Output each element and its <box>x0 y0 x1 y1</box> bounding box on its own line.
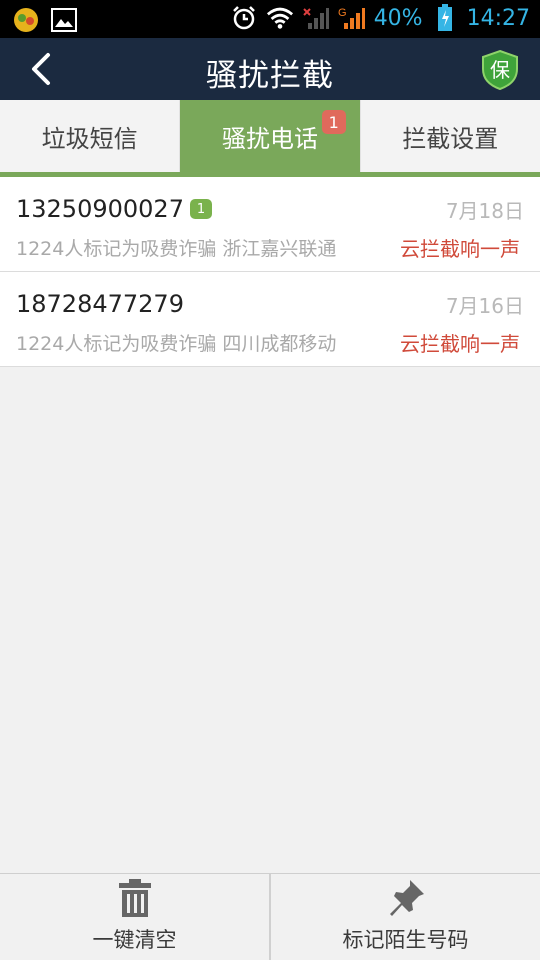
phone-number: 13250900027 <box>16 195 184 223</box>
page-title: 骚扰拦截 <box>206 58 334 94</box>
tab-label: 垃圾短信 <box>41 124 138 153</box>
alarm-icon <box>230 4 258 32</box>
tab-block-settings[interactable]: 拦截设置 <box>361 100 540 172</box>
battery-icon <box>431 4 459 32</box>
image-notification-icon <box>50 6 78 34</box>
tab-label: 骚扰电话 <box>221 124 318 153</box>
mark-unknown-label: 标记陌生号码 <box>342 928 469 952</box>
call-date: 7月18日 <box>445 199 524 223</box>
wifi-icon <box>266 4 294 32</box>
clear-all-label: 一键清空 <box>92 928 177 952</box>
no-signal-icon <box>302 4 330 32</box>
tab-bar: 垃圾短信 骚扰电话 1 拦截设置 <box>0 100 540 172</box>
shield-icon[interactable]: 保 <box>480 49 520 91</box>
tab-label: 拦截设置 <box>402 124 499 153</box>
block-status: 云拦截响一声 <box>400 237 520 261</box>
list-item[interactable]: 13250900027 1 7月18日 1224人标记为吸费诈骗 浙江嘉兴联通 … <box>0 177 540 272</box>
shield-label: 保 <box>490 58 510 82</box>
call-description: 1224人标记为吸费诈骗 浙江嘉兴联通 <box>16 238 337 260</box>
svg-text:G: G <box>338 7 347 19</box>
app-notification-icon <box>12 6 40 34</box>
call-count-badge: 1 <box>189 199 212 219</box>
call-description: 1224人标记为吸费诈骗 四川成都移动 <box>16 333 337 355</box>
signal-icon: G <box>338 4 366 32</box>
blocked-call-list: 13250900027 1 7月18日 1224人标记为吸费诈骗 浙江嘉兴联通 … <box>0 177 540 367</box>
block-status: 云拦截响一声 <box>400 332 520 356</box>
list-item[interactable]: 18728477279 7月16日 1224人标记为吸费诈骗 四川成都移动 云拦… <box>0 272 540 367</box>
battery-percent: 40% <box>373 5 423 31</box>
unread-badge: 1 <box>321 110 346 134</box>
status-bar: G 40% 14:27 <box>0 0 540 38</box>
clear-all-button[interactable]: 一键清空 <box>0 874 271 960</box>
clock-time: 14:27 <box>466 5 530 31</box>
bottom-action-bar: 一键清空 标记陌生号码 <box>0 873 540 960</box>
tab-harassing-calls[interactable]: 骚扰电话 1 <box>180 100 361 172</box>
pin-icon <box>388 878 424 918</box>
tab-spam-sms[interactable]: 垃圾短信 <box>0 100 181 172</box>
trash-icon <box>117 878 153 918</box>
phone-number: 18728477279 <box>16 290 184 318</box>
header: 骚扰拦截 保 <box>0 38 540 100</box>
call-date: 7月16日 <box>445 294 524 318</box>
mark-unknown-number-button[interactable]: 标记陌生号码 <box>271 874 540 960</box>
